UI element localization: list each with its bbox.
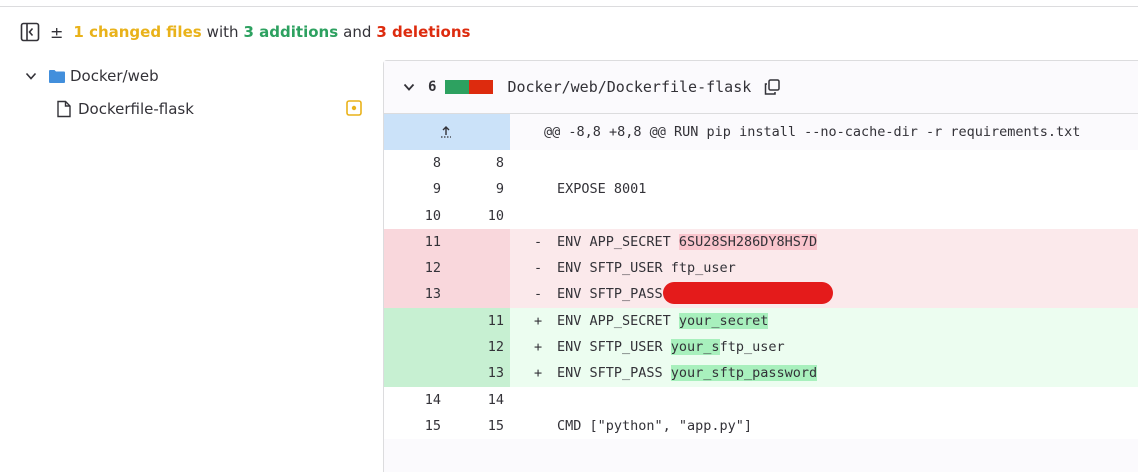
diff-line: 11 - ENV APP_SECRET 6SU28SH286DY8HS7D bbox=[384, 228, 1138, 256]
diff-line: 10 10 bbox=[384, 202, 1138, 229]
new-line-number[interactable]: 14 bbox=[446, 387, 504, 413]
top-divider bbox=[0, 0, 1138, 7]
expand-up-icon[interactable] bbox=[439, 123, 453, 141]
chevron-down-icon[interactable] bbox=[24, 69, 38, 83]
diff-file-header: 6 Docker/web/Dockerfile-flask bbox=[384, 61, 1138, 114]
diff-marker: + bbox=[534, 312, 543, 329]
diff-line: 12 + ENV SFTP_USER your_sftp_user bbox=[384, 334, 1138, 361]
diff-marker: - bbox=[534, 233, 543, 250]
additions-count: 3 additions bbox=[243, 23, 339, 41]
diff-stat-bar bbox=[445, 80, 494, 94]
old-line-number[interactable]: 11 bbox=[384, 228, 441, 256]
diff-file: 6 Docker/web/Dockerfile-flask @@ -8,8 +8… bbox=[383, 60, 1138, 472]
new-line-number[interactable]: 13 bbox=[446, 360, 504, 387]
code-line: ENV SFTP_USER ftp_user bbox=[557, 260, 736, 277]
inline-change-highlight: your_s bbox=[670, 339, 720, 356]
hunk-header-text: @@ -8,8 +8,8 @@ RUN pip install --no-cac… bbox=[544, 124, 1081, 140]
new-line-number[interactable]: 10 bbox=[446, 203, 504, 229]
file-modified-icon bbox=[346, 100, 362, 116]
code-line: ENV APP_SECRET your_secret bbox=[557, 312, 769, 329]
diff-code: @@ -8,8 +8,8 @@ RUN pip install --no-cac… bbox=[384, 114, 1138, 440]
old-line-number[interactable]: 15 bbox=[384, 413, 441, 439]
hunk-expand-gutter[interactable] bbox=[384, 114, 510, 150]
redaction-mark bbox=[662, 282, 833, 305]
expand-icon[interactable]: ± bbox=[50, 23, 63, 42]
new-line-number[interactable]: 12 bbox=[446, 334, 504, 361]
diff-marker: - bbox=[534, 260, 543, 277]
old-line-number[interactable]: 9 bbox=[384, 176, 441, 202]
folder-icon bbox=[49, 70, 65, 83]
summary-with: with bbox=[206, 23, 239, 41]
diff-line: 11 + ENV APP_SECRET your_secret bbox=[384, 307, 1138, 335]
new-line-number[interactable]: 11 bbox=[446, 307, 504, 335]
code-line: EXPOSE 8001 bbox=[557, 181, 647, 198]
hunk-header: @@ -8,8 +8,8 @@ RUN pip install --no-cac… bbox=[384, 114, 1138, 150]
code-line: ENV SFTP_PASS bbox=[557, 281, 833, 307]
diff-line: 12 - ENV SFTP_USER ftp_user bbox=[384, 255, 1138, 282]
tree-file-label: Dockerfile-flask bbox=[78, 100, 194, 118]
code-line: ENV APP_SECRET 6SU28SH286DY8HS7D bbox=[557, 233, 818, 250]
code-line: ENV SFTP_USER your_sftp_user bbox=[557, 339, 785, 356]
diff-line: 14 14 bbox=[384, 386, 1138, 413]
chevron-down-icon[interactable] bbox=[402, 80, 416, 94]
old-line-number[interactable]: 13 bbox=[384, 281, 441, 308]
inline-change-highlight: your_sftp_password bbox=[670, 365, 818, 382]
summary-and: and bbox=[343, 23, 372, 41]
diff-line-count: 6 bbox=[428, 79, 437, 95]
tree-folder-docker-web[interactable]: Docker/web bbox=[24, 64, 159, 88]
new-line-number[interactable]: 15 bbox=[446, 413, 504, 439]
diff-marker: - bbox=[534, 286, 543, 303]
diff-line: 15 15 CMD ["python", "app.py"] bbox=[384, 412, 1138, 440]
diff-file-path[interactable]: Docker/web/Dockerfile-flask bbox=[507, 78, 751, 96]
new-line-number[interactable]: 8 bbox=[446, 150, 504, 176]
new-line-number[interactable]: 9 bbox=[446, 176, 504, 202]
code-line: CMD ["python", "app.py"] bbox=[557, 417, 753, 434]
copy-icon[interactable] bbox=[763, 78, 781, 96]
diff-line: 88 bbox=[384, 150, 1138, 177]
diff-marker: + bbox=[534, 365, 543, 382]
old-line-number[interactable]: 14 bbox=[384, 387, 441, 413]
changed-files-count: 1 changed files bbox=[73, 23, 202, 41]
file-icon bbox=[57, 100, 71, 118]
tree-folder-label: Docker/web bbox=[70, 67, 159, 85]
diff-summary: ± 1 changed files with 3 additions and 3… bbox=[20, 20, 470, 44]
diff-line: 9 9 EXPOSE 8001 bbox=[384, 176, 1138, 203]
sidebar-toggle-icon[interactable] bbox=[20, 22, 40, 42]
code-line: ENV SFTP_PASS your_sftp_password bbox=[557, 365, 818, 382]
inline-change-highlight: your_secret bbox=[678, 312, 769, 329]
old-line-number[interactable]: 8 bbox=[384, 150, 441, 176]
diff-line: 13 - ENV SFTP_PASS bbox=[384, 281, 1138, 308]
inline-change-highlight: 6SU28SH286DY8HS7D bbox=[678, 233, 818, 250]
tree-file-dockerfile-flask[interactable]: Dockerfile-flask bbox=[56, 97, 194, 121]
deletions-count: 3 deletions bbox=[376, 23, 471, 41]
old-line-number[interactable]: 10 bbox=[384, 203, 441, 229]
diff-line: 13 + ENV SFTP_PASS your_sftp_password bbox=[384, 360, 1138, 387]
old-line-number[interactable]: 12 bbox=[384, 255, 441, 282]
diff-marker: + bbox=[534, 339, 543, 356]
